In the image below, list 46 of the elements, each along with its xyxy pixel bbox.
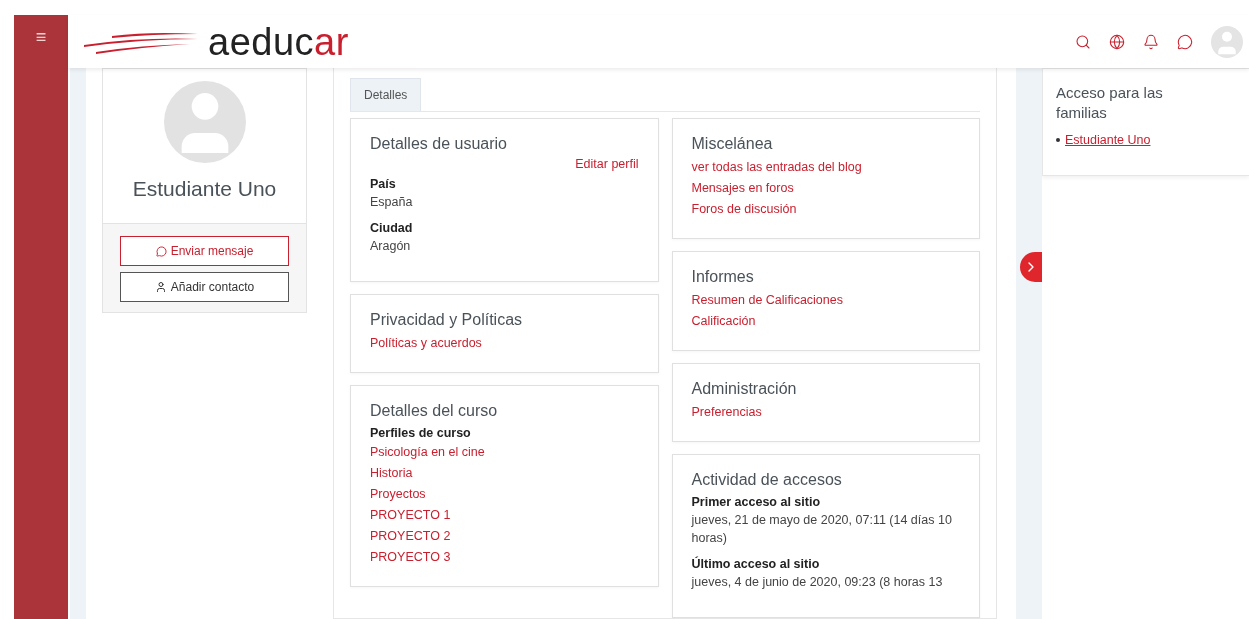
- link[interactable]: Foros de discusión: [691, 199, 797, 220]
- drawer-toggle-button[interactable]: [1020, 252, 1042, 282]
- link[interactable]: PROYECTO 3: [370, 547, 451, 568]
- link[interactable]: Resumen de Calificaciones: [691, 290, 843, 311]
- block-title: Acceso para las familias: [1056, 83, 1164, 123]
- field-value: jueves, 4 de junio de 2020, 09:23 (8 horas 13: [691, 574, 944, 591]
- bell-icon[interactable]: [1143, 33, 1159, 50]
- bullet-icon: [1056, 138, 1060, 142]
- card-title: Miscelánea: [691, 135, 774, 153]
- field-value: Aragón: [370, 238, 412, 255]
- chat-icon[interactable]: [1177, 33, 1193, 50]
- chat-icon: [155, 245, 167, 257]
- field-label: País: [370, 176, 397, 193]
- link[interactable]: PROYECTO 2: [370, 526, 451, 547]
- edit-profile-link[interactable]: Editar perfil: [370, 157, 639, 171]
- field-label: Ciudad: [370, 220, 414, 237]
- send-message-button[interactable]: Enviar mensaje: [120, 236, 289, 266]
- link[interactable]: ver todas las entradas del blog: [691, 157, 862, 178]
- link[interactable]: Proyectos: [370, 484, 426, 505]
- tab[interactable]: Detalles: [350, 78, 422, 111]
- profile-name: Estudiante Uno: [132, 177, 277, 201]
- link[interactable]: Calificación: [691, 311, 756, 332]
- card-title: Privacidad y Políticas: [370, 311, 524, 329]
- logo-text: aeducar: [208, 22, 349, 61]
- add-contact-button[interactable]: Añadir contacto: [120, 272, 289, 302]
- link[interactable]: Preferencias: [691, 402, 762, 423]
- user-icon: [154, 281, 167, 293]
- card-title: Informes: [691, 268, 755, 286]
- menu-button[interactable]: ≡: [35, 27, 47, 48]
- link[interactable]: Historia: [370, 463, 413, 484]
- link[interactable]: PROYECTO 1: [370, 505, 451, 526]
- field-label: Primer acceso al sitio: [691, 494, 822, 511]
- card-title: Administración: [691, 380, 798, 398]
- globe-icon[interactable]: [1109, 33, 1125, 50]
- student-link[interactable]: Estudiante Uno: [1065, 133, 1151, 147]
- field-value: España: [370, 194, 414, 211]
- field-value: jueves, 21 de mayo de 2020, 07:11 (14 días 10 horas): [691, 512, 953, 547]
- link[interactable]: Mensajes en foros: [691, 178, 794, 199]
- field-label: Último acceso al sitio: [691, 555, 821, 573]
- link[interactable]: Políticas y acuerdos: [370, 333, 482, 354]
- card-title: Detalles de usuario: [370, 135, 508, 153]
- link[interactable]: Psicología en el cine: [370, 442, 485, 463]
- section-label: Perfiles de curso: [370, 425, 472, 442]
- card-title: Detalles del curso: [370, 402, 499, 420]
- search-icon[interactable]: [1075, 33, 1091, 50]
- card-title: Actividad de accesos: [691, 471, 843, 489]
